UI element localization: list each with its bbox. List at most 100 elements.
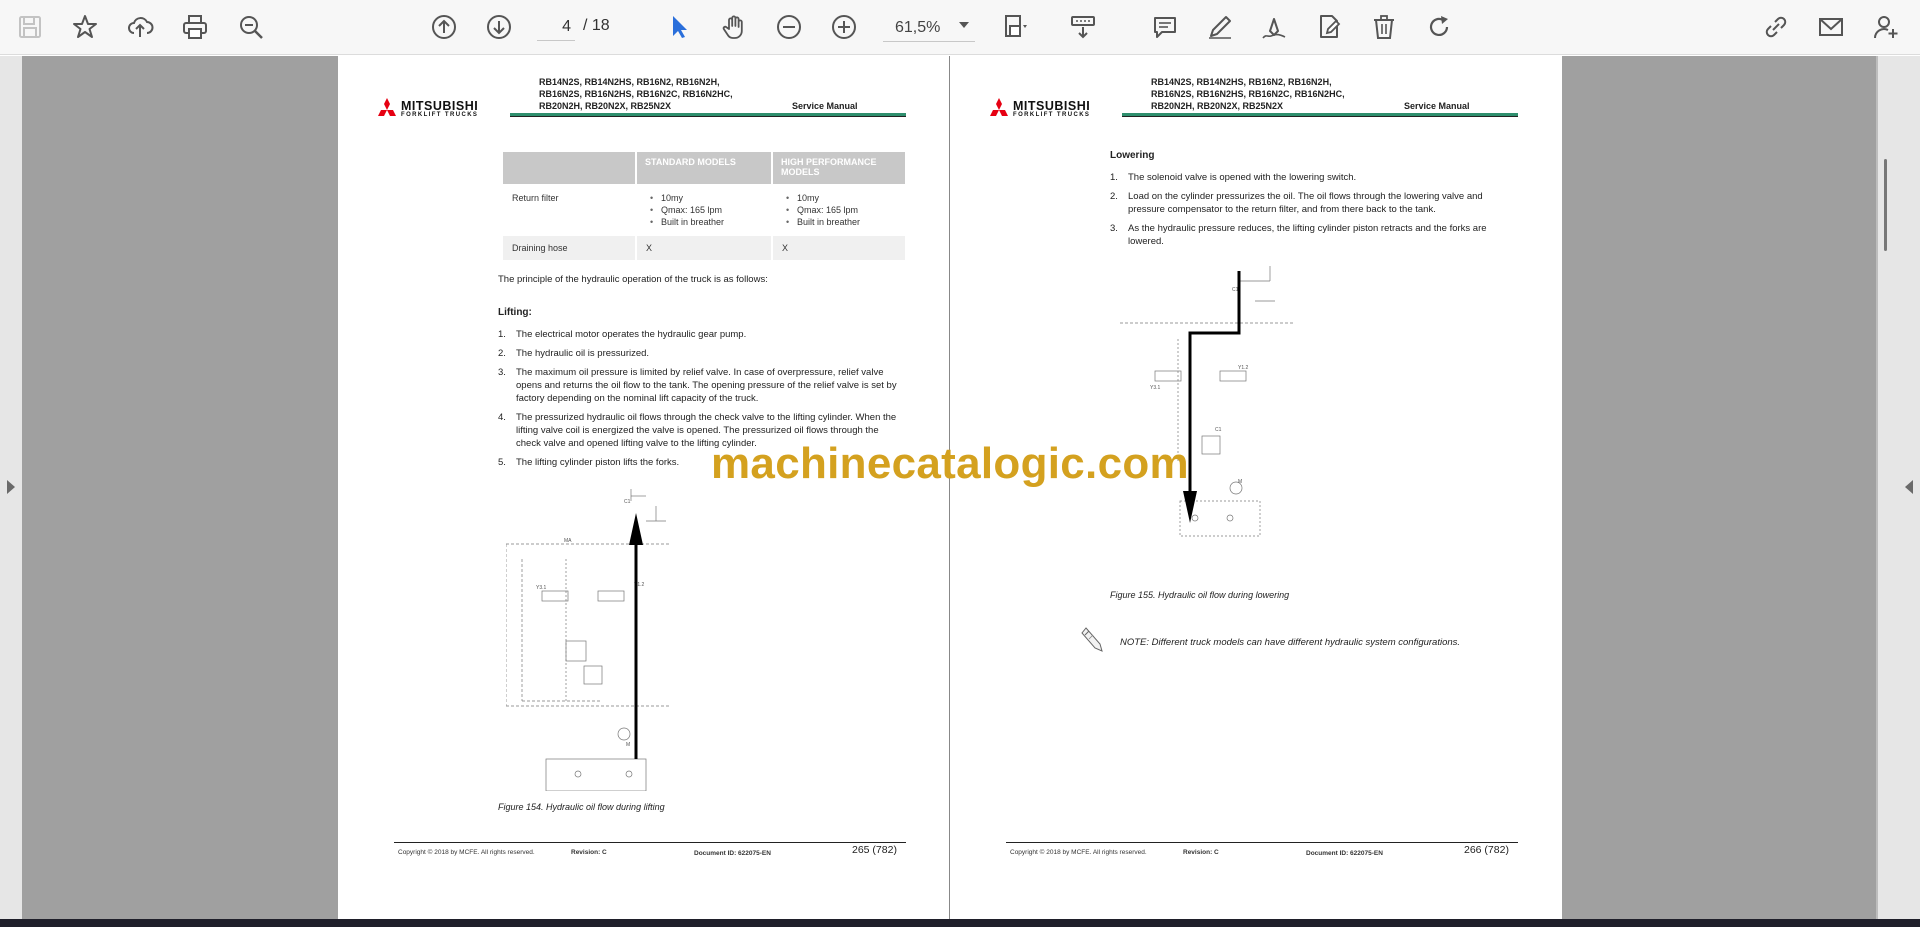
header-rule: [1122, 113, 1518, 117]
list-item: 1. The electrical motor operates the hydr…: [498, 329, 747, 340]
scrollbar-thumb[interactable]: [1884, 159, 1887, 251]
model-line: RB20N2H, RB20N2X, RB25N2X: [1151, 101, 1284, 111]
mitsubishi-logo: MITSUBISHI FORKLIFT TRUCKS: [987, 98, 1113, 122]
list-item: 2. The hydraulic oil is pressurized.: [498, 348, 650, 359]
expand-right-panel-icon[interactable]: [1905, 480, 1913, 494]
brand-name: MITSUBISHI: [1013, 99, 1091, 113]
toolbar: / 18 61,5%: [0, 0, 1920, 55]
table-header: STANDARD MODELS: [637, 152, 771, 184]
mitsubishi-diamonds-icon: [378, 98, 396, 116]
footer-page-number: 266 (782): [1464, 844, 1509, 856]
table-header: [503, 152, 635, 184]
zoom-select[interactable]: 61,5%: [883, 14, 975, 42]
brand-sub: FORKLIFT TRUCKS: [1013, 112, 1091, 118]
add-user-icon[interactable]: [1867, 8, 1905, 46]
table-cell: X: [637, 236, 771, 260]
page-total: / 18: [583, 17, 610, 34]
svg-text:Y3.1: Y3.1: [1150, 385, 1161, 391]
next-page-icon[interactable]: [480, 8, 518, 46]
svg-text:C1: C1: [1215, 427, 1222, 433]
list-item: Built in breather: [786, 216, 896, 228]
model-line: RB14N2S, RB14N2HS, RB16N2, RB16N2H,: [539, 77, 720, 87]
note-text: NOTE: Different truck models can have di…: [1120, 637, 1461, 648]
zoom-out-icon[interactable]: [770, 8, 808, 46]
comment-icon[interactable]: [1146, 8, 1184, 46]
list-item: 3. As the hydraulic pressure reduces, the…: [1110, 223, 1487, 247]
chevron-down-icon: [959, 22, 969, 28]
table-cell: 10my Qmax: 165 lpm Built in breather: [773, 186, 905, 234]
brand-sub: FORKLIFT TRUCKS: [401, 112, 479, 118]
email-icon[interactable]: [1812, 8, 1850, 46]
footer-revision: Revision: C: [571, 849, 607, 856]
table-cell: X: [773, 236, 905, 260]
list-item: 2. Load on the cylinder pressurizes the o…: [1110, 191, 1483, 215]
sign-icon[interactable]: [1255, 8, 1293, 46]
hydraulic-lowering-diagram: C1 Y3.1 Y1.2 M C1: [1120, 266, 1295, 537]
model-line: RB16N2S, RB16N2HS, RB16N2C, RB16N2HC,: [1151, 89, 1345, 99]
edit-doc-icon[interactable]: [1310, 8, 1348, 46]
list-item: Built in breather: [650, 216, 762, 228]
expand-left-panel-icon[interactable]: [7, 480, 15, 494]
service-manual-label: Service Manual: [792, 101, 858, 111]
previous-page-icon[interactable]: [425, 8, 463, 46]
model-list: RB14N2S, RB14N2HS, RB16N2, RB16N2H, RB16…: [539, 76, 799, 112]
section-title-lifting: Lifting:: [498, 307, 532, 318]
pen-icon[interactable]: [1201, 8, 1239, 46]
svg-text:Y1.2: Y1.2: [1238, 365, 1249, 371]
mitsubishi-diamonds-icon: [990, 98, 1008, 116]
brand-name: MITSUBISHI: [401, 99, 479, 113]
bookmark-star-icon[interactable]: [66, 8, 104, 46]
table-cell: Draining hose: [503, 236, 635, 260]
table-cell: Return filter: [503, 186, 635, 234]
list-item: 10my: [650, 192, 762, 204]
section-title-lowering: Lowering: [1110, 150, 1155, 161]
footer-document-id: Document ID: 622075-EN: [1306, 850, 1383, 857]
scroll-mode-icon[interactable]: [1064, 8, 1102, 46]
redo-icon[interactable]: [1420, 8, 1458, 46]
footer-rule: [394, 842, 906, 843]
footer-copyright: Copyright © 2018 by MCFE. All rights res…: [1010, 849, 1147, 856]
hand-tool-icon[interactable]: [715, 8, 753, 46]
filter-spec-table: STANDARD MODELS HIGH PERFORMANCE MODELS …: [501, 150, 907, 262]
footer-revision: Revision: C: [1183, 849, 1219, 856]
header-rule: [510, 113, 906, 117]
list-item: 10my: [786, 192, 896, 204]
zoom-value: 61,5%: [895, 18, 941, 36]
svg-text:MA: MA: [564, 538, 572, 544]
watermark-text: machinecatalogic.com: [711, 439, 1189, 488]
svg-text:C1: C1: [624, 499, 631, 505]
table-cell: 10my Qmax: 165 lpm Built in breather: [637, 186, 771, 234]
share-link-icon[interactable]: [1757, 8, 1795, 46]
list-item: Qmax: 165 lpm: [786, 204, 896, 216]
figure-caption: Figure 155. Hydraulic oil flow during lo…: [1110, 590, 1290, 600]
lowering-steps: 1. The solenoid valve is opened with the …: [1110, 171, 1510, 254]
model-line: RB16N2S, RB16N2HS, RB16N2C, RB16N2HC,: [539, 89, 733, 99]
mitsubishi-logo: MITSUBISHI FORKLIFT TRUCKS: [375, 98, 501, 122]
svg-text:M: M: [626, 742, 630, 748]
save-icon[interactable]: [11, 8, 49, 46]
table-header: HIGH PERFORMANCE MODELS: [773, 152, 905, 184]
figure-caption: Figure 154. Hydraulic oil flow during li…: [498, 802, 665, 812]
footer-document-id: Document ID: 622075-EN: [694, 850, 771, 857]
zoom-search-icon[interactable]: [232, 8, 270, 46]
page-fit-icon[interactable]: [996, 8, 1034, 46]
hydraulic-lifting-diagram: MA Y3.1 Y1.2 M C1: [506, 489, 671, 791]
list-item: 3. The maximum oil pressure is limited by…: [498, 367, 897, 404]
footer-copyright: Copyright © 2018 by MCFE. All rights res…: [398, 849, 535, 856]
svg-text:Y3.1: Y3.1: [536, 585, 547, 591]
list-item: Qmax: 165 lpm: [650, 204, 762, 216]
print-icon[interactable]: [176, 8, 214, 46]
note-pencil-icon: [1081, 627, 1103, 652]
upload-cloud-icon[interactable]: [121, 8, 159, 46]
model-line: RB20N2H, RB20N2X, RB25N2X: [539, 101, 672, 111]
list-item: 1. The solenoid valve is opened with the …: [1110, 172, 1357, 183]
page-number-input[interactable]: [537, 14, 575, 41]
model-list: RB14N2S, RB14N2HS, RB16N2, RB16N2H, RB16…: [1151, 76, 1411, 112]
zoom-in-icon[interactable]: [825, 8, 863, 46]
footer-page-number: 265 (782): [852, 844, 897, 856]
select-cursor-icon[interactable]: [660, 8, 698, 46]
taskbar-strip: [0, 919, 1920, 927]
document-viewport[interactable]: MITSUBISHI FORKLIFT TRUCKS RB14N2S, RB14…: [0, 56, 1920, 919]
delete-icon[interactable]: [1365, 8, 1403, 46]
footer-rule: [1006, 842, 1518, 843]
